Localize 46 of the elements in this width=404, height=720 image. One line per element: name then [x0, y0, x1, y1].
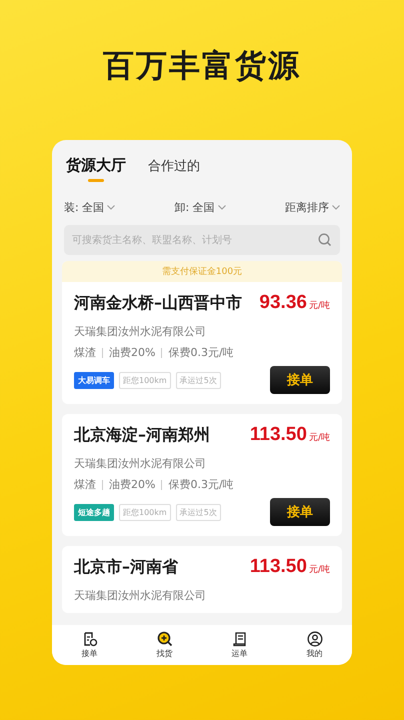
price-unit: 元/吨: [308, 432, 330, 444]
filter-dropdown[interactable]: 装: 全国: [64, 200, 116, 215]
filter-dropdown[interactable]: 距离排序: [285, 200, 340, 215]
deposit-notice: 需支付保证金100元: [62, 261, 342, 282]
tag: 大易调车: [74, 372, 114, 388]
cargo-detail: 油费20%: [109, 345, 156, 360]
headline: 百万丰富货源: [103, 47, 301, 86]
nav-item[interactable]: 找货: [140, 631, 190, 659]
route-title: 北京市–河南省: [74, 557, 178, 578]
tag: 承运过5次: [176, 504, 221, 520]
company-name: 天瑞集团汝州水泥有限公司: [74, 324, 207, 339]
cargo-detail: 煤渣: [74, 345, 96, 360]
nav-item[interactable]: 我的: [290, 631, 340, 659]
tag: 承运过5次: [176, 372, 221, 388]
search-icon: [318, 233, 332, 247]
tag: 短途多趟: [74, 504, 114, 520]
tag: 距您100km: [119, 504, 171, 520]
tag: 距您100km: [119, 372, 171, 388]
search-icon: [156, 631, 172, 647]
scroll-icon: [232, 631, 248, 647]
company-name: 天瑞集团汝州水泥有限公司: [74, 456, 207, 471]
cargo-detail: 保费0.3元/吨: [168, 345, 234, 360]
profile-icon: [306, 631, 322, 647]
price: 113.50: [250, 424, 307, 446]
cargo-detail: 油费20%: [109, 477, 156, 492]
chevron-down-icon: [107, 205, 116, 210]
price: 93.36: [259, 292, 307, 314]
chevron-down-icon: [332, 205, 340, 210]
company-name: 天瑞集团汝州水泥有限公司: [74, 588, 207, 603]
document-check-icon: [82, 631, 98, 647]
accept-button[interactable]: 接单: [270, 366, 330, 394]
route-title: 河南金水桥–山西晋中市: [74, 293, 242, 314]
price-unit: 元/吨: [308, 300, 330, 312]
cargo-detail: 煤渣: [74, 477, 96, 492]
filter-dropdown[interactable]: 卸: 全国: [174, 200, 226, 215]
nav-item[interactable]: 接单: [64, 631, 114, 659]
tab[interactable]: 货源大厅: [66, 156, 126, 188]
search-field[interactable]: 可搜索货主名称、联盟名称、计划号: [64, 225, 340, 255]
cargo-detail: 保费0.3元/吨: [168, 477, 234, 492]
accept-button[interactable]: 接单: [270, 498, 330, 526]
tab[interactable]: 合作过的: [148, 157, 200, 188]
price: 113.50: [250, 556, 307, 578]
chevron-down-icon: [218, 205, 226, 210]
nav-item[interactable]: 运单: [214, 631, 264, 659]
price-unit: 元/吨: [308, 564, 330, 576]
route-title: 北京海淀–河南郑州: [74, 425, 210, 446]
